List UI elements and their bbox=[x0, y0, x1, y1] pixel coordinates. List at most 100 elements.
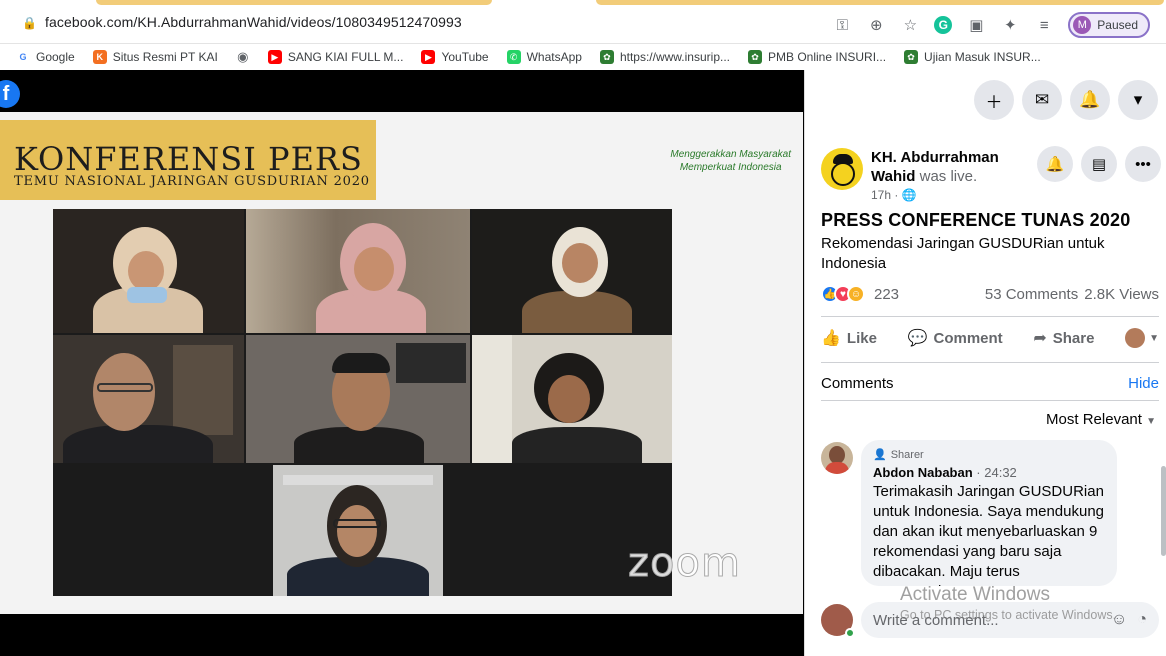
key-icon[interactable]: ⚿ bbox=[832, 15, 852, 35]
participant-tile bbox=[246, 335, 470, 463]
reading-list-icon[interactable]: ≡ bbox=[1034, 15, 1054, 35]
zoom-participant-grid bbox=[53, 209, 672, 596]
participant-tile bbox=[472, 209, 672, 333]
hide-comments-link[interactable]: Hide bbox=[1128, 375, 1159, 392]
bookmark-label: Situs Resmi PT KAI bbox=[112, 50, 218, 64]
chevron-down-icon: ▼ bbox=[1146, 416, 1156, 427]
post-timestamp[interactable]: 17h · 🌐 bbox=[871, 188, 917, 202]
bookmark-item[interactable]: ▶ SANG KIAI FULL M... bbox=[267, 50, 403, 64]
comment-bubble-icon: 💬 bbox=[907, 330, 928, 347]
participant-tile bbox=[53, 209, 244, 333]
insuri-icon: ✿ bbox=[904, 50, 919, 64]
press-banner: KONFERENSI PERS TEMU NASIONAL JARINGAN G… bbox=[0, 120, 376, 200]
bookmark-item[interactable]: K Situs Resmi PT KAI bbox=[92, 50, 218, 64]
online-status-dot bbox=[845, 628, 855, 638]
identity-selector[interactable]: ▼ bbox=[1125, 328, 1159, 348]
create-plus-icon[interactable]: ＋ bbox=[974, 80, 1014, 120]
bookmark-item[interactable]: ▶ YouTube bbox=[421, 50, 489, 64]
bookmark-item[interactable]: G Google bbox=[16, 50, 75, 64]
zoom-watermark-logo: zoom bbox=[628, 540, 741, 587]
comments-scrollbar[interactable] bbox=[1160, 436, 1166, 586]
tagline-line: Menggerakkan Masyarakat bbox=[670, 149, 791, 160]
comment-timestamp[interactable]: 24:32 bbox=[984, 465, 1017, 480]
tagline-line: Memperkuat Indonesia bbox=[679, 162, 782, 173]
lock-icon[interactable]: 🔒 bbox=[22, 16, 37, 30]
share-button[interactable]: ➦ Share bbox=[1033, 328, 1094, 348]
share-label: Share bbox=[1052, 329, 1095, 347]
sticker-icon[interactable]: ◔ bbox=[1137, 611, 1147, 629]
more-options-icon[interactable]: ••• bbox=[1125, 146, 1161, 182]
page-avatar[interactable] bbox=[821, 148, 863, 190]
kai-icon: K bbox=[92, 50, 107, 64]
account-menu-chevron-icon[interactable]: ▾ bbox=[1118, 80, 1158, 120]
extension-chat-icon[interactable]: ▣ bbox=[966, 15, 986, 35]
care-reaction-icon[interactable]: ☺ bbox=[847, 285, 865, 303]
sharer-person-icon: 👤 bbox=[873, 449, 887, 461]
emoji-icon[interactable]: ☺ bbox=[1111, 611, 1127, 629]
bookmark-item[interactable]: ✿ PMB Online INSURI... bbox=[748, 50, 886, 64]
sharer-badge: 👤 Sharer bbox=[873, 448, 1105, 462]
bookmark-star-icon[interactable]: ☆ bbox=[900, 15, 920, 35]
globe-icon: ◉ bbox=[237, 49, 249, 64]
comment-composer: Write a comment... ☺ ◔ bbox=[821, 600, 1161, 640]
sharer-label: Sharer bbox=[890, 448, 924, 461]
comment-input[interactable]: Write a comment... ☺ ◔ bbox=[861, 602, 1159, 638]
insuri-icon: ✿ bbox=[748, 50, 762, 64]
notification-bell-icon[interactable]: 🔔 bbox=[1037, 146, 1073, 182]
grammarly-extension-icon[interactable]: G bbox=[934, 16, 953, 34]
bookmark-item[interactable]: ✿ Ujian Masuk INSUR... bbox=[904, 50, 1041, 64]
comment-text: Terimakasih Jaringan GUSDURian untuk Ind… bbox=[873, 483, 1104, 586]
notifications-bell-icon[interactable]: 🔔 bbox=[1070, 80, 1110, 120]
post-panel: ＋ ✉ 🔔 ▾ KH. Abdurrahman Wahid was live. … bbox=[804, 70, 1166, 656]
comment-input-placeholder: Write a comment... bbox=[873, 611, 999, 629]
bookmark-label: https://www.insurip... bbox=[619, 50, 730, 64]
comment-sort-dropdown[interactable]: Most Relevant ▼ bbox=[1046, 411, 1156, 428]
divider bbox=[821, 400, 1159, 401]
divider bbox=[821, 316, 1159, 317]
bookmark-item[interactable]: ✿ https://www.insurip... bbox=[599, 50, 730, 64]
banner-title: KONFERENSI PERS bbox=[14, 140, 363, 178]
global-actions: ＋ ✉ 🔔 ▾ bbox=[974, 80, 1158, 120]
video-player[interactable]: f KONFERENSI PERS TEMU NASIONAL JARINGAN… bbox=[0, 70, 804, 656]
comment-label: Comment bbox=[933, 329, 1003, 347]
reaction-count[interactable]: 223 bbox=[874, 286, 899, 303]
live-status: was live. bbox=[919, 168, 978, 185]
address-bar[interactable]: facebook.com/KH.AbdurrahmanWahid/videos/… bbox=[45, 14, 462, 30]
globe-icon: 🌐 bbox=[901, 188, 917, 202]
scroll-thumb[interactable] bbox=[1161, 466, 1166, 556]
comment-button[interactable]: 💬 Comment bbox=[908, 328, 1003, 348]
google-icon: G bbox=[19, 52, 27, 62]
comments-count[interactable]: 53 Comments bbox=[985, 286, 1078, 303]
like-button[interactable]: 👍 Like bbox=[821, 328, 877, 348]
participant-tile bbox=[472, 335, 672, 463]
share-arrow-icon: ➦ bbox=[1033, 330, 1047, 347]
like-label: Like bbox=[846, 329, 877, 347]
bookmark-label: PMB Online INSURI... bbox=[768, 50, 887, 64]
post-header: KH. Abdurrahman Wahid was live. 17h · 🌐 … bbox=[821, 146, 1161, 206]
banner-subtitle: TEMU NASIONAL JARINGAN GUSDURIAN 2020 bbox=[14, 174, 370, 189]
avatar bbox=[1125, 328, 1146, 348]
post-time-text: 17h · bbox=[871, 188, 902, 202]
participant-tile bbox=[273, 465, 443, 596]
thumbs-up-icon: 👍 bbox=[821, 330, 841, 347]
zoom-magnifier-icon[interactable]: ⊕ bbox=[866, 15, 886, 35]
extensions-puzzle-icon[interactable]: ✦ bbox=[1000, 15, 1020, 35]
profile-button[interactable]: M Paused bbox=[1068, 12, 1150, 38]
bookmarks-bar: G Google K Situs Resmi PT KAI ◉ ▶ SANG KIAI FU… bbox=[0, 44, 1166, 70]
commenter-avatar[interactable] bbox=[821, 442, 853, 474]
event-tagline: Menggerakkan Masyarakat Memperkuat Indon… bbox=[670, 148, 791, 174]
comment-author[interactable]: Abdon Nababan bbox=[873, 465, 973, 480]
video-frame: KONFERENSI PERS TEMU NASIONAL JARINGAN G… bbox=[0, 112, 803, 614]
bookmark-label: Google bbox=[36, 50, 75, 64]
bookmark-item[interactable]: ✆ WhatsApp bbox=[506, 50, 582, 64]
bookmark-item[interactable]: ◉ bbox=[236, 49, 250, 64]
browser-toolbar: 🔒 facebook.com/KH.AbdurrahmanWahid/video… bbox=[0, 0, 1166, 44]
save-post-icon[interactable]: ▤ bbox=[1081, 146, 1117, 182]
bookmark-label: YouTube bbox=[441, 50, 489, 64]
facebook-logo-icon: f bbox=[0, 80, 20, 108]
participant-tile bbox=[246, 209, 470, 333]
messenger-icon[interactable]: ✉ bbox=[1022, 80, 1062, 120]
post-actions: 👍 Like 💬 Comment ➦ Share ▼ bbox=[821, 326, 1159, 350]
chevron-down-icon: ▼ bbox=[1149, 332, 1159, 344]
bookmark-label: Ujian Masuk INSUR... bbox=[924, 50, 1041, 64]
